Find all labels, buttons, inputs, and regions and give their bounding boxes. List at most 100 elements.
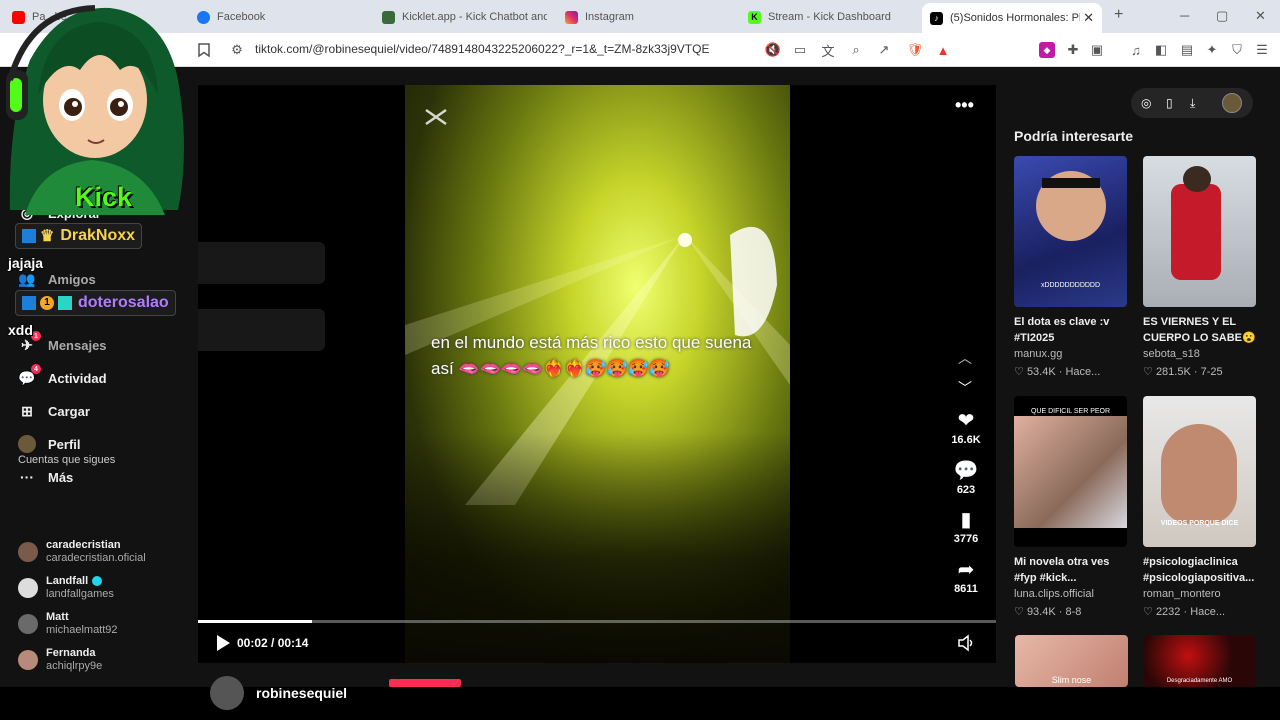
download-icon[interactable]: ⤓ — [1190, 96, 1195, 111]
tab-label: (5)Sonidos Hormonales: Pla — [950, 12, 1080, 24]
video-title: Mi novela otra ves #fyp #kick... — [1014, 556, 1110, 584]
sidebar-item-amigos[interactable]: 👥 Amigos — [18, 270, 95, 288]
recommended-video-card[interactable]: xDDDDDDDDDDD El dota es clave :v #TI2025… — [1014, 156, 1127, 378]
music-icon[interactable]: ♫ — [1128, 42, 1144, 58]
extensions-puzzle-icon[interactable]: ✚ — [1065, 42, 1081, 58]
heart-outline-icon: ♡ — [1143, 606, 1153, 618]
previous-video-chevron-icon[interactable]: ︿ — [958, 348, 972, 368]
bookmark-icon: ▮ — [960, 509, 972, 531]
maximize-icon[interactable]: ▢ — [1216, 8, 1228, 24]
heart-outline-icon: ♡ — [1143, 366, 1153, 378]
recommended-video-card[interactable]: QUE DIFICIL SER PEOR Mi novela otra ves … — [1014, 396, 1127, 618]
crowd-silhouette — [405, 431, 790, 663]
recommendations-title: Podría interesarte — [1014, 128, 1134, 144]
heart-icon: ❤ — [957, 410, 975, 432]
site-settings-icon[interactable]: ⚙ — [229, 42, 245, 58]
recommended-video-card[interactable]: VIDEOS PORQUE DICE #psicologiaclinica #p… — [1143, 396, 1256, 618]
sidebar-item-cargar[interactable]: ⊞ Cargar — [18, 402, 90, 420]
subscriber-badge: 1 — [40, 296, 54, 310]
tab-kick-dashboard[interactable]: K Stream - Kick Dashboard — [748, 5, 913, 29]
account-name: Fernanda — [46, 647, 96, 659]
tab-instagram[interactable]: Instagram — [565, 5, 725, 29]
video-author-name: roman_montero — [1143, 588, 1221, 600]
video-frame[interactable]: en el mundo está más rico esto que suena… — [405, 85, 790, 663]
video-title: ES VIERNES Y EL CUERPO LO SABE😮 — [1143, 316, 1256, 344]
save-button[interactable]: ▮ 3776 — [940, 507, 992, 545]
cast-icon[interactable]: ▭ — [792, 42, 808, 58]
share-button[interactable]: ➦ 8611 — [940, 557, 992, 595]
mobile-app-icon[interactable]: ▯ — [1166, 96, 1173, 110]
next-video-chevron-icon[interactable]: ﹀ — [958, 378, 972, 398]
share-icon[interactable]: ↗ — [876, 42, 892, 58]
tab-kicklet[interactable]: Kicklet.app - Kick Chatbot and C — [382, 5, 547, 29]
comment-count: 623 — [956, 484, 976, 496]
thumbnail-text: VIDEOS PORQUE DICE — [1160, 520, 1239, 527]
bookmark-icon[interactable] — [196, 42, 212, 58]
sidebar-item-mensajes[interactable]: ✈ 1 Mensajes — [18, 331, 107, 354]
sidebar-item-actividad[interactable]: 💬 4 Actividad — [18, 364, 107, 387]
avatar[interactable] — [1222, 93, 1242, 113]
avatar — [18, 650, 38, 670]
sidebar-item-perfil[interactable]: Perfil — [18, 435, 81, 453]
sidebar-item-label: Más — [48, 469, 74, 485]
grid-badge-icon — [58, 296, 72, 310]
kicklet-icon — [382, 10, 395, 24]
verified-badge-icon — [92, 576, 103, 587]
recommended-video-card[interactable]: Slim nose — [1015, 635, 1128, 687]
post-date: Hace... — [1190, 606, 1226, 618]
extension-icon[interactable]: ◆ — [1039, 42, 1055, 58]
heart-outline-icon: ♡ — [1014, 606, 1024, 618]
upload-icon: ⊞ — [21, 402, 33, 419]
following-account[interactable]: caradecristian caradecristian.oficial — [18, 539, 146, 565]
post-date: Hace... — [1065, 366, 1101, 378]
following-account[interactable]: Matt michaelmatt92 — [18, 611, 118, 637]
following-account[interactable]: Landfall landfallgames — [18, 575, 114, 601]
sidebar-item-label: Actividad — [48, 370, 107, 386]
avatar — [210, 676, 244, 710]
tab-tiktok-active[interactable]: ♪ (5)Sonidos Hormonales: Pla ✕ — [922, 3, 1102, 33]
tab-facebook[interactable]: Facebook — [197, 5, 357, 29]
play-icon[interactable] — [215, 634, 231, 652]
capcut-watermark-icon — [425, 108, 447, 126]
recommended-video-card[interactable]: ES VIERNES Y EL CUERPO LO SABE😮 sebota_s… — [1143, 156, 1256, 378]
heart-outline-icon: ♡ — [1014, 366, 1024, 378]
browser-tab-bar: Pa...be Facebook Kicklet.app - Kick Chat… — [0, 0, 1280, 33]
author-name: robinesequiel — [256, 685, 348, 701]
more-options-icon[interactable]: ••• — [955, 95, 974, 116]
menu-icon[interactable]: ☰ — [1254, 42, 1270, 58]
translate-icon[interactable]: 文 — [820, 42, 836, 59]
sidebar-item-mas[interactable]: ··· Más — [18, 468, 73, 486]
chat-username-badge: 1 doterosalao — [15, 290, 176, 316]
volume-icon[interactable] — [957, 634, 975, 652]
wallet-panel-icon[interactable]: ▤ — [1179, 42, 1195, 58]
post-date: 8-8 — [1065, 606, 1082, 618]
sidebar-panel-icon[interactable]: ◧ — [1153, 42, 1169, 58]
comment-button[interactable]: 💬 623 — [940, 458, 992, 496]
follow-button[interactable] — [389, 679, 461, 687]
facebook-icon — [197, 10, 210, 24]
like-button[interactable]: ❤ 16.6K — [940, 408, 992, 446]
brave-shield-icon[interactable]: 🛡 — [907, 42, 924, 58]
minimize-icon[interactable]: ─ — [1180, 8, 1189, 23]
zoom-icon[interactable]: ⌕ — [848, 42, 864, 58]
sidebar-item-label: Perfil — [48, 436, 81, 452]
chat-username: DrakNoxx — [60, 227, 136, 244]
video-author[interactable]: robinesequiel — [210, 676, 347, 710]
thumbnail-text: QUE DIFICIL SER PEOR — [1030, 408, 1111, 415]
recommended-video-card[interactable]: Desgraciadamente AMO — [1143, 635, 1256, 687]
brave-rewards-icon[interactable]: ▲ — [935, 42, 951, 58]
leo-ai-icon[interactable]: ✦ — [1204, 42, 1220, 58]
post-date: 7-25 — [1200, 366, 1223, 378]
mute-icon[interactable]: 🔇 — [765, 42, 781, 58]
vpn-icon[interactable]: ⛉ — [1229, 42, 1245, 58]
following-section-title: Cuentas que sigues — [18, 454, 116, 466]
video-author-name: luna.clips.official — [1014, 588, 1094, 600]
new-tab-button[interactable]: + — [1114, 6, 1123, 24]
video-progress-bar[interactable] — [198, 620, 996, 623]
following-account[interactable]: Fernanda achiqlrpy9e — [18, 647, 102, 673]
close-window-icon[interactable]: ✕ — [1255, 8, 1266, 24]
close-tab-icon[interactable]: ✕ — [1083, 10, 1094, 26]
address-bar[interactable]: tiktok.com/@robinesequiel/video/74891480… — [255, 42, 709, 56]
compass-icon[interactable]: ◎ — [1141, 96, 1151, 110]
wallet-icon[interactable]: ▣ — [1089, 42, 1105, 58]
